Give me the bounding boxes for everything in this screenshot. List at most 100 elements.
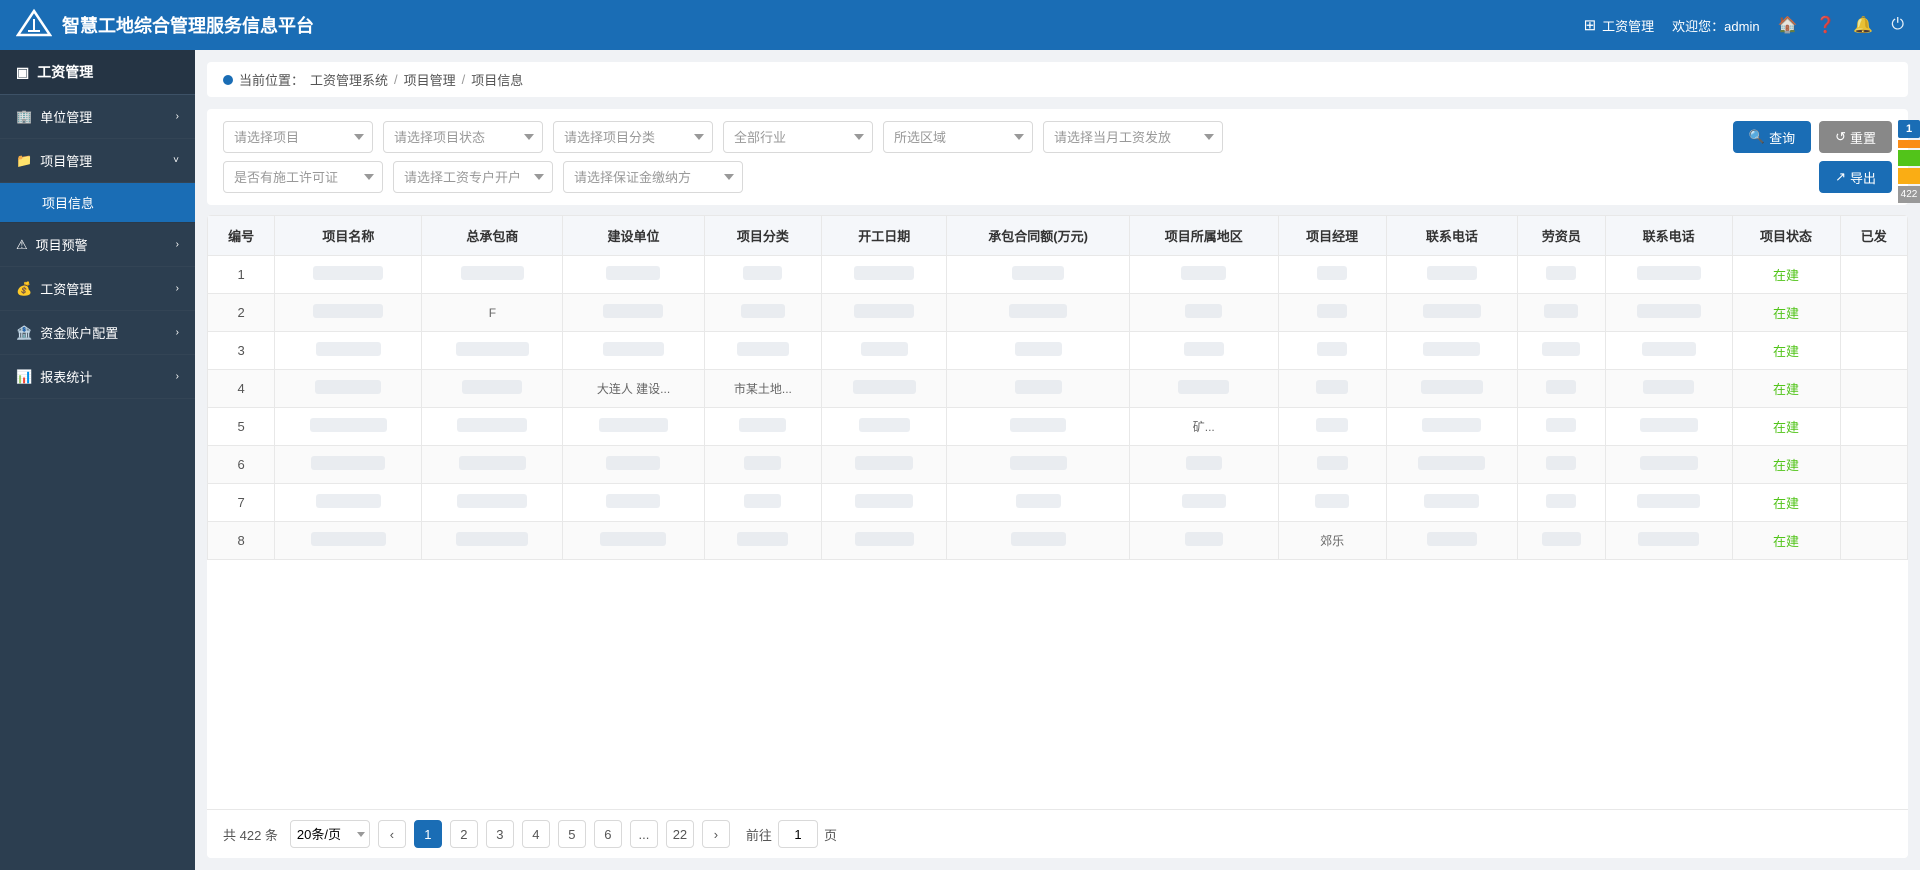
query-label: 查询 [1769, 128, 1795, 147]
status-select[interactable]: 请选择项目状态 [383, 121, 543, 153]
cell-region: 矿... [1129, 408, 1278, 446]
cell-contractor [422, 446, 563, 484]
cell-labor [1518, 484, 1606, 522]
sidebar-item-project-mgmt[interactable]: 📁 项目管理 ˅ [0, 139, 195, 183]
page-next-btn[interactable]: › [702, 820, 730, 848]
table-row: 7在建 [208, 484, 1908, 522]
page-prev-btn[interactable]: ‹ [378, 820, 406, 848]
col-header-contract-amount: 承包合同额(万元) [947, 216, 1130, 256]
industry-select[interactable]: 全部行业 [723, 121, 873, 153]
reset-button[interactable]: ↺ 重置 [1819, 121, 1892, 153]
filter-bar: 请选择项目 请选择项目状态 请选择项目分类 全部行业 所选区域 请选择当月工资发… [207, 109, 1908, 205]
sidebar-item-fund-account[interactable]: 🏦 资金账户配置 › [0, 311, 195, 355]
wage-month-select[interactable]: 请选择当月工资发放 [1043, 121, 1223, 153]
cell-pm [1278, 294, 1386, 332]
page-btn-3[interactable]: 3 [486, 820, 514, 848]
bell-icon[interactable]: 🔔 [1853, 15, 1873, 35]
breadcrumb-sep-1: / [394, 72, 398, 87]
cell-status: 在建 [1732, 370, 1840, 408]
cell-name [275, 294, 422, 332]
cell-region [1129, 446, 1278, 484]
breadcrumb-prefix: 当前位置： [239, 70, 304, 89]
table-row: 8郊乐在建 [208, 522, 1908, 560]
col-header-builder: 建设单位 [563, 216, 704, 256]
cell-contractor [422, 522, 563, 560]
chevron-down-icon: ˅ [173, 155, 179, 166]
page-size-select[interactable]: 20条/页 10条/页 50条/页 100条/页 [290, 820, 370, 848]
cell-paid [1840, 294, 1907, 332]
sidebar-item-project-warning[interactable]: ⚠ 项目预警 › [0, 223, 195, 267]
home-icon[interactable]: 🏠 [1778, 15, 1798, 35]
cell-start-date [822, 484, 947, 522]
float-item-count[interactable]: 422 [1898, 186, 1920, 203]
chevron-right-icon3: › [176, 283, 179, 294]
goto-input[interactable] [778, 820, 818, 848]
cell-region [1129, 522, 1278, 560]
sidebar-item-report-stats[interactable]: 📊 报表统计 › [0, 355, 195, 399]
page-btn-22[interactable]: 22 [666, 820, 694, 848]
cell-pm [1278, 408, 1386, 446]
cell-id: 7 [208, 484, 275, 522]
module-switcher[interactable]: ⊞ 工资管理 [1584, 16, 1655, 35]
grid-icon: ⊞ [1584, 16, 1597, 34]
cell-paid [1840, 332, 1907, 370]
filter-row-1: 请选择项目 请选择项目状态 请选择项目分类 全部行业 所选区域 请选择当月工资发… [223, 121, 1892, 153]
cell-id: 8 [208, 522, 275, 560]
table-row: 4大连人 建设...市某土地...在建 [208, 370, 1908, 408]
float-badge-count[interactable]: 1 [1898, 120, 1920, 138]
float-item-yellow[interactable] [1898, 168, 1920, 184]
float-item-orange[interactable] [1898, 140, 1920, 148]
table-header-row: 编号 项目名称 总承包商 建设单位 项目分类 开工日期 承包合同额(万元) 项目… [208, 216, 1908, 256]
warning-icon: ⚠ [16, 237, 28, 253]
sidebar-item-unit-mgmt[interactable]: 🏢 单位管理 › [0, 95, 195, 139]
cell-region [1129, 484, 1278, 522]
sidebar-header-label: 工资管理 [37, 62, 93, 82]
power-icon[interactable]: ⏻ [1891, 16, 1904, 34]
export-button[interactable]: ↗ 导出 [1819, 161, 1892, 193]
help-icon[interactable]: ❓ [1816, 15, 1836, 35]
page-btn-6[interactable]: 6 [594, 820, 622, 848]
license-select[interactable]: 是否有施工许可证 [223, 161, 383, 193]
sidebar-header: ▣ 工资管理 [0, 50, 195, 95]
query-button[interactable]: 🔍 查询 [1733, 121, 1811, 153]
breadcrumb-item-1: 工资管理系统 [310, 70, 388, 89]
cell-name [275, 484, 422, 522]
page-btn-ellipsis: ... [630, 820, 658, 848]
col-header-start-date: 开工日期 [822, 216, 947, 256]
col-header-phone1: 联系电话 [1386, 216, 1517, 256]
cell-id: 3 [208, 332, 275, 370]
cell-builder [563, 408, 704, 446]
page-btn-5[interactable]: 5 [558, 820, 586, 848]
cell-phone2 [1605, 408, 1732, 446]
cell-paid [1840, 408, 1907, 446]
cell-labor [1518, 370, 1606, 408]
sidebar-item-wage-mgmt[interactable]: 💰 工资管理 › [0, 267, 195, 311]
module-label: 工资管理 [1602, 16, 1654, 35]
cell-pm [1278, 332, 1386, 370]
col-header-pm: 项目经理 [1278, 216, 1386, 256]
table-wrapper[interactable]: 编号 项目名称 总承包商 建设单位 项目分类 开工日期 承包合同额(万元) 项目… [207, 215, 1908, 809]
project-select[interactable]: 请选择项目 [223, 121, 373, 153]
float-item-green[interactable] [1898, 150, 1920, 166]
cell-status: 在建 [1732, 408, 1840, 446]
category-select[interactable]: 请选择项目分类 [553, 121, 713, 153]
sidebar-label-project: 项目管理 [40, 151, 92, 170]
page-btn-4[interactable]: 4 [522, 820, 550, 848]
page-btn-2[interactable]: 2 [450, 820, 478, 848]
deposit-select[interactable]: 请选择保证金缴纳方 [563, 161, 743, 193]
cell-paid [1840, 256, 1907, 294]
cell-id: 2 [208, 294, 275, 332]
cell-contract-amount [947, 484, 1130, 522]
chevron-right-icon: › [176, 111, 179, 122]
cell-phone2 [1605, 256, 1732, 294]
cell-id: 6 [208, 446, 275, 484]
report-icon: 📊 [16, 369, 32, 385]
cell-name [275, 256, 422, 294]
wage-account-select[interactable]: 请选择工资专户开户 [393, 161, 553, 193]
col-header-labor: 劳资员 [1518, 216, 1606, 256]
cell-status: 在建 [1732, 256, 1840, 294]
project-icon: 📁 [16, 153, 32, 169]
sidebar-sub-item-project-info[interactable]: 项目信息 [0, 183, 195, 223]
area-select[interactable]: 所选区域 [883, 121, 1033, 153]
page-btn-1[interactable]: 1 [414, 820, 442, 848]
